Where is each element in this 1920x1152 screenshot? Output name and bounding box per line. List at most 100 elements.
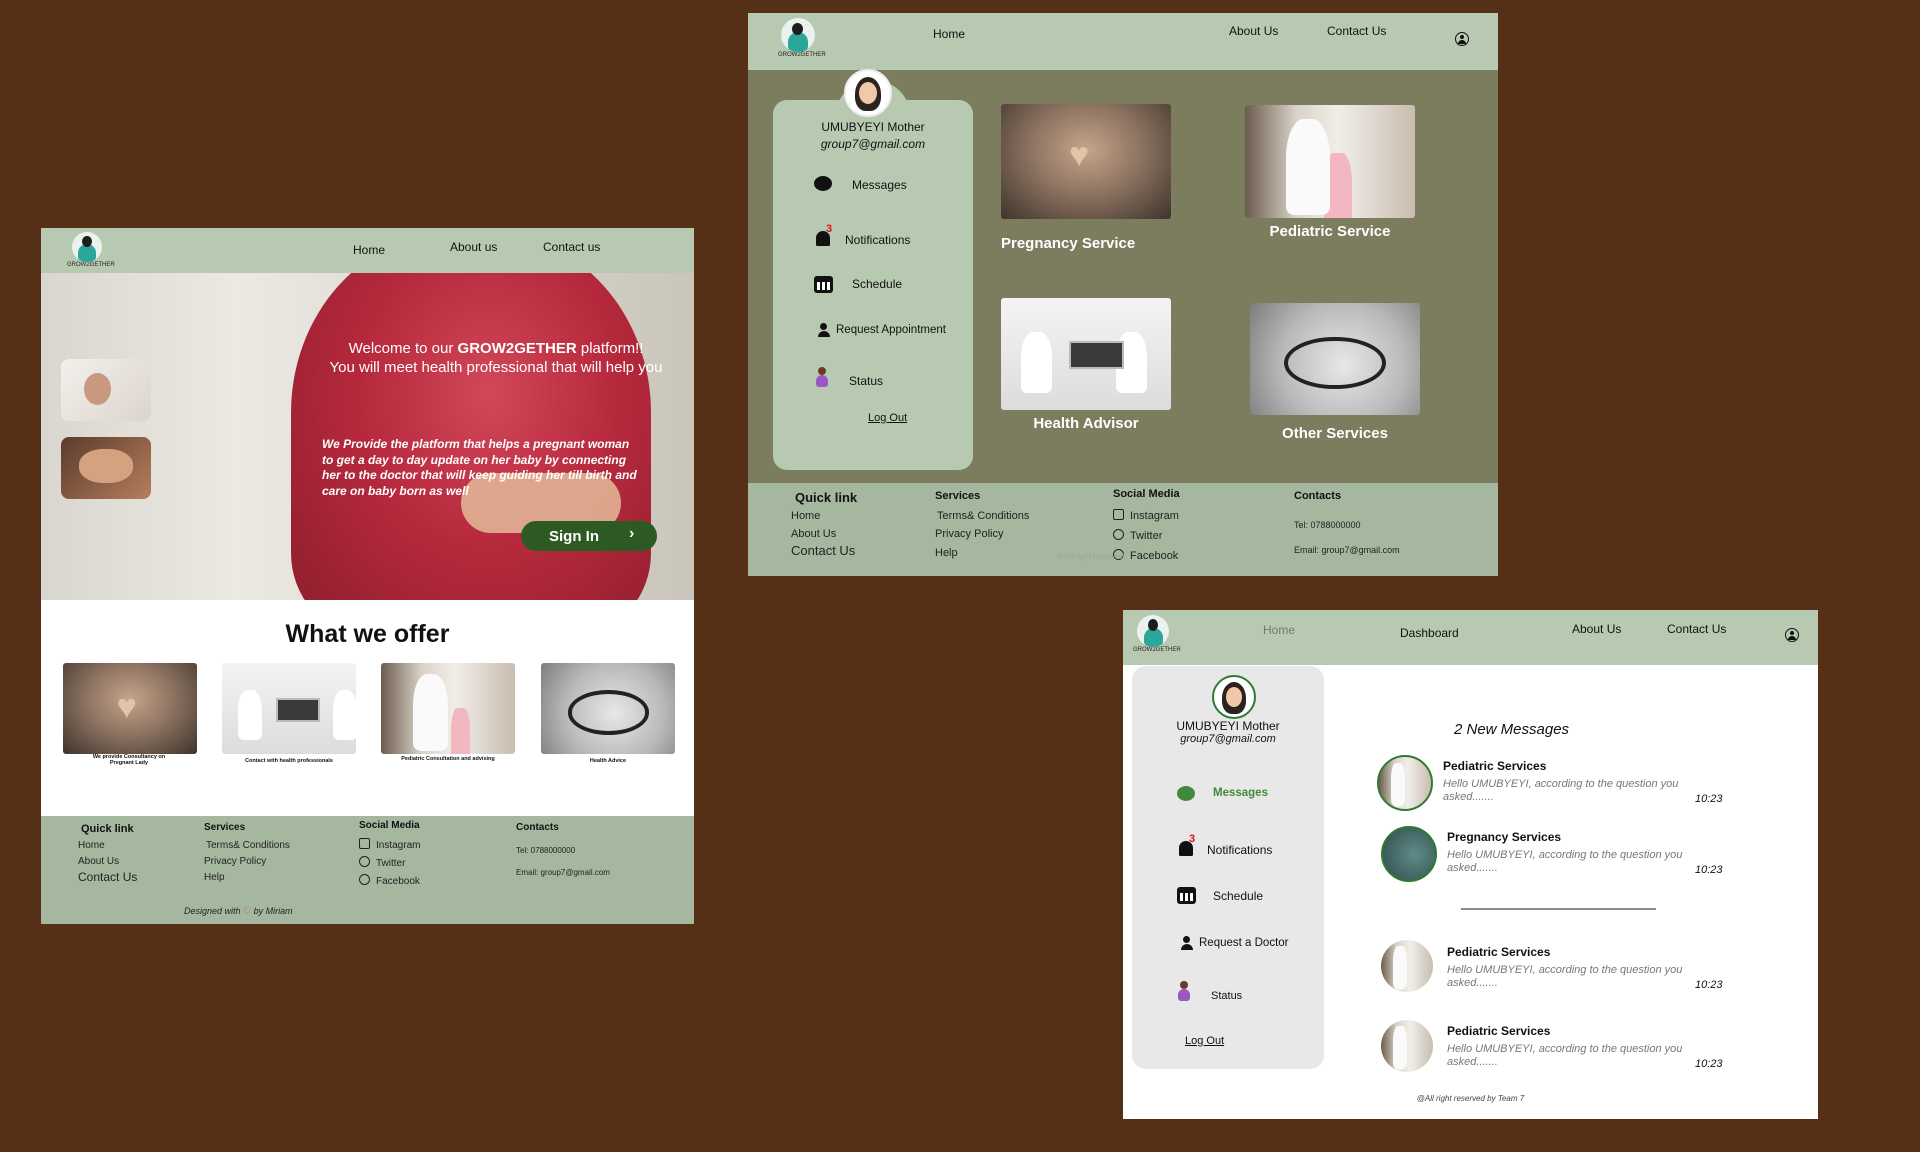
offer-image-pregnancy[interactable] [63,663,197,754]
offer-image-professionals[interactable] [222,663,356,754]
menu-schedule[interactable]: Schedule [1213,889,1263,903]
footer-link-home[interactable]: Home [791,510,820,522]
footer-tel: Tel: 0788000000 [1294,520,1361,530]
offer-image-advice[interactable] [541,663,675,754]
menu-status[interactable]: Status [1211,990,1242,1002]
logout-link[interactable]: Log Out [868,412,907,424]
hero-description: We Provide the platform that helps a pre… [322,437,637,498]
nav-contact[interactable]: Contact us [543,240,600,254]
footer-instagram[interactable]: Instagram [1113,509,1179,522]
copyright: @All right reserved by Team 7 [1416,1094,1525,1103]
footer-quicklink-heading: Quick link [795,490,858,505]
message-preview: Hello UMUBYEYI, according to the questio… [1443,778,1679,803]
offer-caption: Contact with health professionals [244,758,333,764]
service-image-health-advisor[interactable] [1001,298,1171,410]
brand-name: GROW2GETHER [778,52,826,58]
menu-request-appointment[interactable]: Request Appointment [836,324,946,336]
footer-link-contact[interactable]: Contact Us [78,870,137,884]
brand-logo[interactable]: GROW2GETHER [778,18,826,58]
brand-name: GROW2GETHER [67,262,115,268]
menu-schedule[interactable]: Schedule [852,277,902,291]
service-label-health-advisor[interactable]: Health Advisor [1001,415,1171,432]
status-icon [1177,981,1191,1001]
hero-thumb-baby [61,359,151,421]
nav-home[interactable]: Home [1263,623,1295,637]
footer-link-contact[interactable]: Contact Us [791,543,855,558]
footer-link-about[interactable]: About Us [78,856,119,867]
brand-logo[interactable]: GROW2GETHER [1133,615,1181,653]
footer-tel: Tel: 0788000000 [516,846,576,855]
profile-avatar [844,69,892,117]
footer-contacts-heading: Contacts [1294,490,1342,502]
user-account-icon[interactable] [1785,628,1799,642]
footer-quicklink-heading: Quick link [81,823,134,835]
menu-notifications[interactable]: Notifications [1207,843,1272,857]
nav-dashboard[interactable]: Dashboard [1400,626,1459,640]
offer-image-pediatric[interactable] [381,663,515,754]
profile-name: UMUBYEYI Mother [1176,719,1280,733]
footer-watermark: @All right reserved by Team 7 [1056,552,1124,561]
footer-link-about[interactable]: About Us [791,528,836,540]
footer-contacts-heading: Contacts [516,822,559,833]
menu-messages[interactable]: Messages [1213,787,1268,799]
footer-services-heading: Services [935,490,981,502]
profile-avatar [1212,675,1256,719]
signin-label: Sign In [549,528,599,545]
nav-about[interactable]: About Us [1229,24,1278,38]
service-label-other[interactable]: Other Services [1250,425,1420,442]
footer-privacy[interactable]: Privacy Policy [204,856,266,867]
footer-help[interactable]: Help [204,872,225,883]
messages-navbar: GROW2GETHER Home Dashboard About Us Cont… [1123,610,1818,665]
twitter-icon [359,856,370,867]
message-avatar [1381,826,1437,882]
service-image-other[interactable] [1250,303,1420,415]
nav-home[interactable]: Home [353,243,385,257]
status-icon [815,367,829,387]
signin-button[interactable]: Sign In › [521,521,657,551]
service-image-pregnancy[interactable] [1001,104,1171,219]
service-label-pregnancy[interactable]: Pregnancy Service [1001,235,1135,252]
nav-contact[interactable]: Contact Us [1667,622,1726,636]
footer-terms[interactable]: Terms& Conditions [937,510,1029,522]
menu-notifications[interactable]: Notifications [845,233,910,247]
service-image-pediatric[interactable] [1245,105,1415,218]
footer-privacy[interactable]: Privacy Policy [935,528,1003,540]
footer-terms[interactable]: Terms& Conditions [206,840,290,851]
message-preview: Hello UMUBYEYI, according to the questio… [1447,1043,1683,1068]
hero-thumb-family [61,437,151,499]
message-avatar [1381,1020,1433,1072]
user-account-icon[interactable] [1455,32,1469,46]
footer-email: Email: group7@gmail.com [516,868,610,877]
nav-home[interactable]: Home [933,27,965,41]
brand-logo[interactable]: GROW2GETHER [67,232,115,268]
services-footer: Quick link Home About Us Contact Us Serv… [748,483,1498,576]
footer-services-heading: Services [204,822,246,833]
service-label-pediatric[interactable]: Pediatric Service [1245,223,1415,240]
nav-about[interactable]: About us [450,240,497,254]
logout-link[interactable]: Log Out [1185,1035,1224,1047]
footer-twitter[interactable]: Twitter [1113,529,1162,542]
profile-email: group7@gmail.com [1180,733,1276,745]
messages-heading: 2 New Messages [1454,721,1570,738]
message-title: Pregnancy Services [1447,830,1562,844]
footer-instagram[interactable]: Instagram [359,838,420,851]
instagram-icon [359,838,370,849]
footer-link-home[interactable]: Home [78,840,105,851]
message-title: Pediatric Services [1447,1024,1551,1038]
footer-help[interactable]: Help [935,547,958,559]
chevron-right-icon: › [629,525,635,542]
message-preview: Hello UMUBYEYI, according to the questio… [1447,849,1683,874]
footer-twitter[interactable]: Twitter [359,856,405,869]
footer-facebook[interactable]: Facebook [359,874,420,887]
menu-status[interactable]: Status [849,374,883,388]
menu-request-doctor[interactable]: Request a Doctor [1199,937,1289,949]
offer-caption: Health Advice [589,758,627,764]
nav-about[interactable]: About Us [1572,622,1621,636]
facebook-icon [359,874,370,885]
message-time: 10:23 [1695,979,1723,991]
message-divider [1461,908,1656,910]
message-title: Pediatric Services [1447,945,1551,959]
instagram-icon [1113,509,1124,520]
nav-contact[interactable]: Contact Us [1327,24,1386,38]
menu-messages[interactable]: Messages [852,178,907,192]
